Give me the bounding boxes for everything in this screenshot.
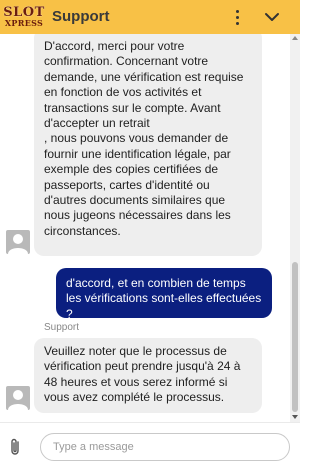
chat-header: SLOT XPRESS Support <box>0 0 300 34</box>
message-sender: Support <box>44 322 80 333</box>
agent-message-text: D'accord, merci pour votre confirmation.… <box>44 39 244 238</box>
paperclip-icon[interactable] <box>8 437 24 457</box>
chevron-down-icon[interactable] <box>262 8 282 26</box>
brand-logo: SLOT XPRESS <box>3 2 45 32</box>
message-list[interactable]: D'accord, merci pour votre confirmation.… <box>0 34 300 422</box>
agent-message: Veuillez noter que le processus de vérif… <box>34 338 262 413</box>
logo-bottom-text: XPRESS <box>4 17 44 28</box>
more-vertical-icon[interactable] <box>228 5 246 29</box>
person-icon <box>8 390 28 410</box>
agent-avatar <box>6 230 30 254</box>
user-message: d'accord, et en combien de temps les vér… <box>56 268 272 321</box>
logo-top-text: SLOT <box>3 4 45 20</box>
agent-message-text: Veuillez noter que le processus de vérif… <box>44 344 241 405</box>
person-icon <box>8 234 28 254</box>
chat-title: Support <box>52 8 110 25</box>
scroll-up-arrow-icon[interactable] <box>292 36 298 40</box>
agent-avatar <box>6 386 30 410</box>
user-message-text: d'accord, et en combien de temps les vér… <box>66 276 262 321</box>
agent-message: D'accord, merci pour votre confirmation.… <box>34 34 262 256</box>
chat-scrollbar[interactable] <box>290 34 300 422</box>
scroll-down-arrow-icon[interactable] <box>292 415 298 419</box>
scroll-thumb[interactable] <box>292 262 298 412</box>
message-composer <box>0 422 300 468</box>
message-input[interactable] <box>40 433 290 461</box>
